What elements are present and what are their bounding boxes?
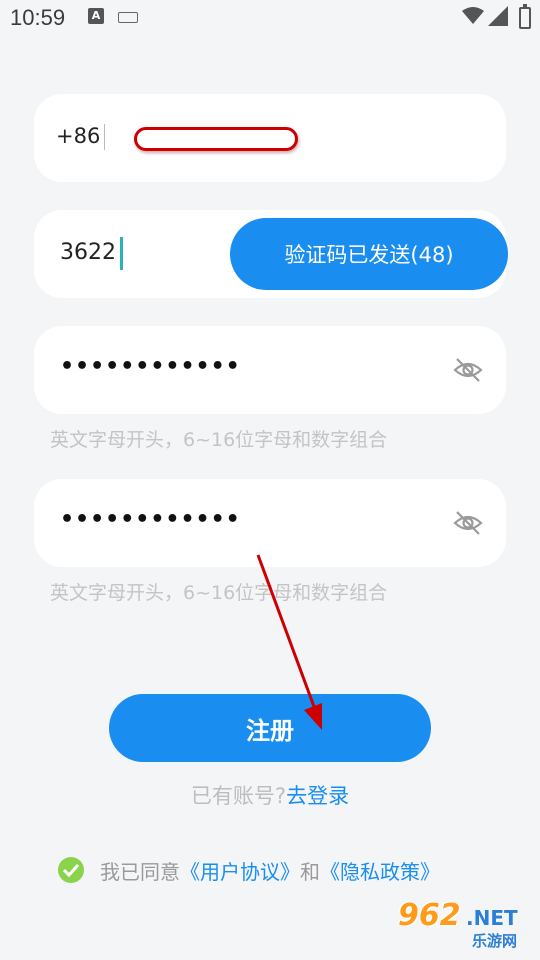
agreement-conjunction: 和	[300, 859, 320, 884]
text-a-icon: A	[88, 8, 104, 24]
redacted-phone-number[interactable]	[134, 127, 298, 151]
signal-icon	[488, 6, 508, 26]
go-login-link[interactable]: 去登录	[286, 784, 349, 808]
divider	[104, 124, 105, 150]
keyboard-icon	[118, 12, 138, 23]
agreement-row: 我已同意 《用户协议》 和 《隐私政策》	[58, 856, 440, 884]
phone-input-card[interactable]: +86	[34, 94, 506, 182]
eye-off-icon[interactable]	[452, 507, 484, 539]
register-button[interactable]: 注册	[109, 694, 431, 762]
site-watermark: 962 .NET 乐游网	[394, 898, 534, 954]
password-input[interactable]: ••••••••••••	[60, 354, 241, 379]
user-agreement-link[interactable]: 《用户协议》	[180, 856, 300, 885]
watermark-suffix: .NET	[466, 906, 518, 930]
login-prompt-text: 已有账号?	[190, 784, 287, 808]
password-card[interactable]: ••••••••••••	[34, 326, 506, 414]
text-cursor	[120, 237, 123, 270]
status-time: 10:59	[10, 5, 66, 30]
country-code[interactable]: +86	[56, 124, 100, 148]
agreement-prefix: 我已同意	[100, 859, 180, 884]
confirm-password-hint: 英文字母开头，6~16位字母和数字组合	[50, 582, 388, 604]
confirm-password-card[interactable]: ••••••••••••	[34, 479, 506, 567]
battery-charging-icon	[519, 4, 531, 29]
password-hint: 英文字母开头，6~16位字母和数字组合	[50, 429, 388, 451]
watermark-subtitle: 乐游网	[472, 932, 518, 950]
privacy-policy-link[interactable]: 《隐私政策》	[320, 856, 440, 885]
verification-code-input[interactable]: 3622	[60, 240, 116, 265]
check-icon	[63, 863, 79, 877]
watermark-number: 962	[398, 898, 461, 933]
verification-code-card[interactable]: 3622 验证码已发送(48)	[34, 210, 508, 298]
agreement-checkbox[interactable]	[58, 857, 84, 883]
send-code-button[interactable]: 验证码已发送(48)	[230, 218, 508, 290]
confirm-password-input[interactable]: ••••••••••••	[60, 507, 241, 532]
login-prompt-line: 已有账号?去登录	[0, 780, 540, 810]
eye-off-icon[interactable]	[452, 354, 484, 386]
wifi-icon	[462, 7, 484, 24]
status-bar: 10:59 A	[0, 0, 540, 36]
